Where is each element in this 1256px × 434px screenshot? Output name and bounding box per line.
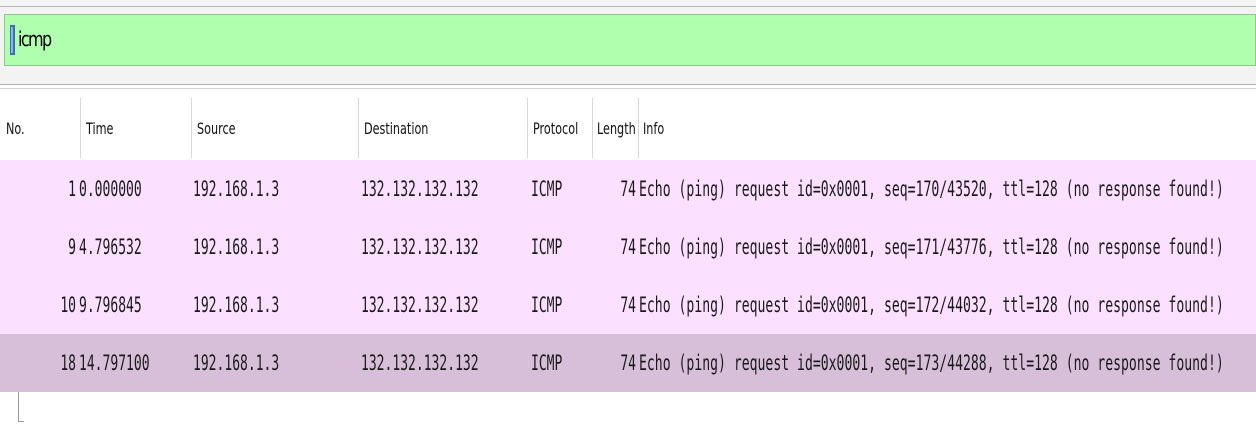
column-divider[interactable]: [592, 98, 593, 158]
packet-source: 192.168.1.3: [193, 235, 280, 259]
column-header-source[interactable]: Source: [197, 98, 236, 158]
column-header-time[interactable]: Time: [86, 98, 113, 158]
column-divider[interactable]: [358, 98, 359, 158]
column-divider[interactable]: [527, 98, 528, 158]
packet-no: 9: [68, 235, 76, 259]
column-header-destination[interactable]: Destination: [364, 98, 428, 158]
filter-bookmark-icon[interactable]: [10, 25, 15, 55]
display-filter-toolbar: icmp: [0, 0, 1256, 84]
packet-protocol: ICMP: [531, 177, 563, 201]
packet-destination: 132.132.132.132: [361, 293, 479, 317]
packet-time: 0.000000: [79, 177, 142, 201]
packet-capture-window: icmp No. Time Source Destination Protoco…: [0, 0, 1256, 434]
column-divider[interactable]: [638, 98, 639, 158]
column-header-length[interactable]: Length: [597, 98, 636, 158]
packet-destination: 132.132.132.132: [361, 235, 479, 259]
packet-length: 74: [620, 293, 636, 317]
toolbar-divider-inner: [0, 88, 1256, 89]
packet-time: 4.796532: [79, 235, 142, 259]
packet-no: 1: [68, 177, 76, 201]
packet-list-header: No. Time Source Destination Protocol Len…: [0, 98, 1256, 158]
packet-info: Echo (ping) request id=0x0001, seq=172/4…: [639, 293, 1224, 317]
packet-row-selected[interactable]: 18 14.797100 192.168.1.3 132.132.132.132…: [0, 334, 1256, 392]
packet-source: 192.168.1.3: [193, 293, 280, 317]
toolbar-divider: [0, 84, 1256, 85]
packet-length: 74: [620, 177, 636, 201]
packet-no: 10: [60, 293, 76, 317]
packet-protocol: ICMP: [531, 235, 563, 259]
packet-row[interactable]: 10 9.796845 192.168.1.3 132.132.132.132 …: [0, 276, 1256, 334]
display-filter-input[interactable]: icmp: [4, 14, 1256, 66]
conversation-tree-end: [18, 421, 24, 422]
packet-no: 18: [60, 351, 76, 375]
packet-time: 9.796845: [79, 293, 142, 317]
toolbar-top-border: [0, 6, 1256, 7]
packet-destination: 132.132.132.132: [361, 177, 479, 201]
packet-list: 1 0.000000 192.168.1.3 132.132.132.132 I…: [0, 160, 1256, 434]
packet-info: Echo (ping) request id=0x0001, seq=170/4…: [639, 177, 1224, 201]
column-divider[interactable]: [80, 98, 81, 158]
column-header-protocol[interactable]: Protocol: [533, 98, 578, 158]
packet-length: 74: [620, 235, 636, 259]
packet-info: Echo (ping) request id=0x0001, seq=171/4…: [639, 235, 1224, 259]
packet-row[interactable]: 1 0.000000 192.168.1.3 132.132.132.132 I…: [0, 160, 1256, 218]
column-header-info[interactable]: Info: [643, 98, 664, 158]
packet-source: 192.168.1.3: [193, 351, 280, 375]
packet-protocol: ICMP: [531, 293, 563, 317]
packet-destination: 132.132.132.132: [361, 351, 479, 375]
packet-row[interactable]: 9 4.796532 192.168.1.3 132.132.132.132 I…: [0, 218, 1256, 276]
display-filter-text[interactable]: icmp: [18, 27, 178, 51]
column-divider[interactable]: [191, 98, 192, 158]
packet-length: 74: [620, 351, 636, 375]
column-header-no[interactable]: No.: [6, 98, 25, 158]
packet-source: 192.168.1.3: [193, 177, 280, 201]
packet-time: 14.797100: [79, 351, 150, 375]
packet-info: Echo (ping) request id=0x0001, seq=173/4…: [639, 351, 1224, 375]
packet-protocol: ICMP: [531, 351, 563, 375]
